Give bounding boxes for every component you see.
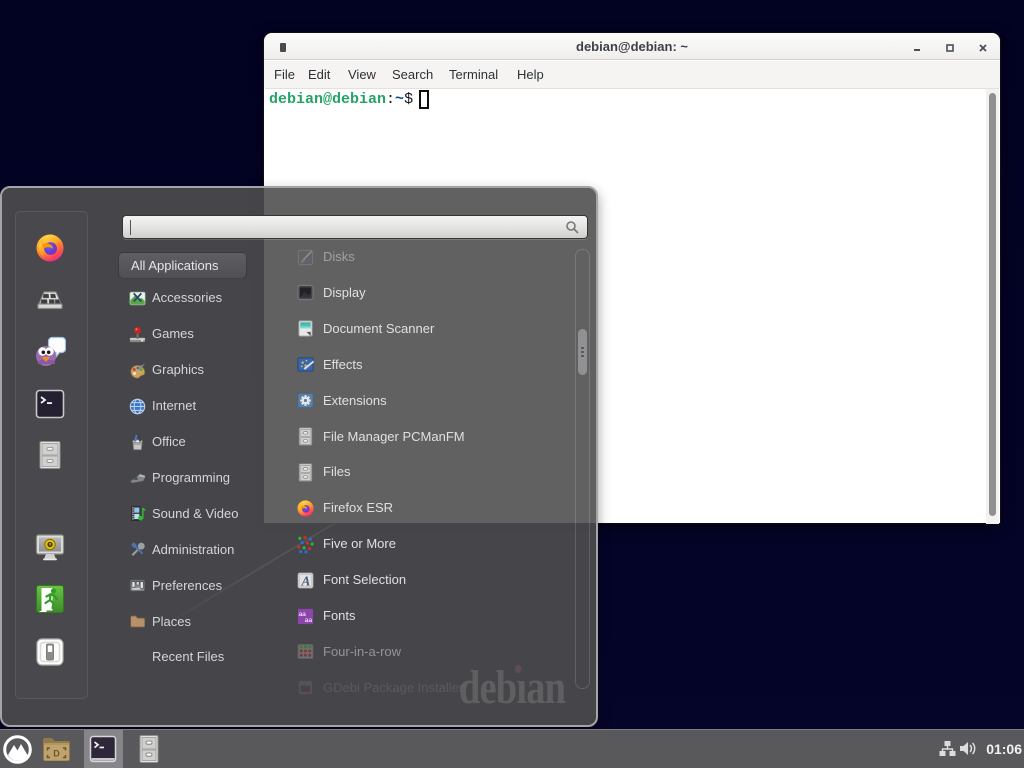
svg-text:A: A	[301, 573, 311, 588]
svg-text:D: D	[53, 749, 60, 759]
svg-text:aa: aa	[305, 617, 313, 624]
